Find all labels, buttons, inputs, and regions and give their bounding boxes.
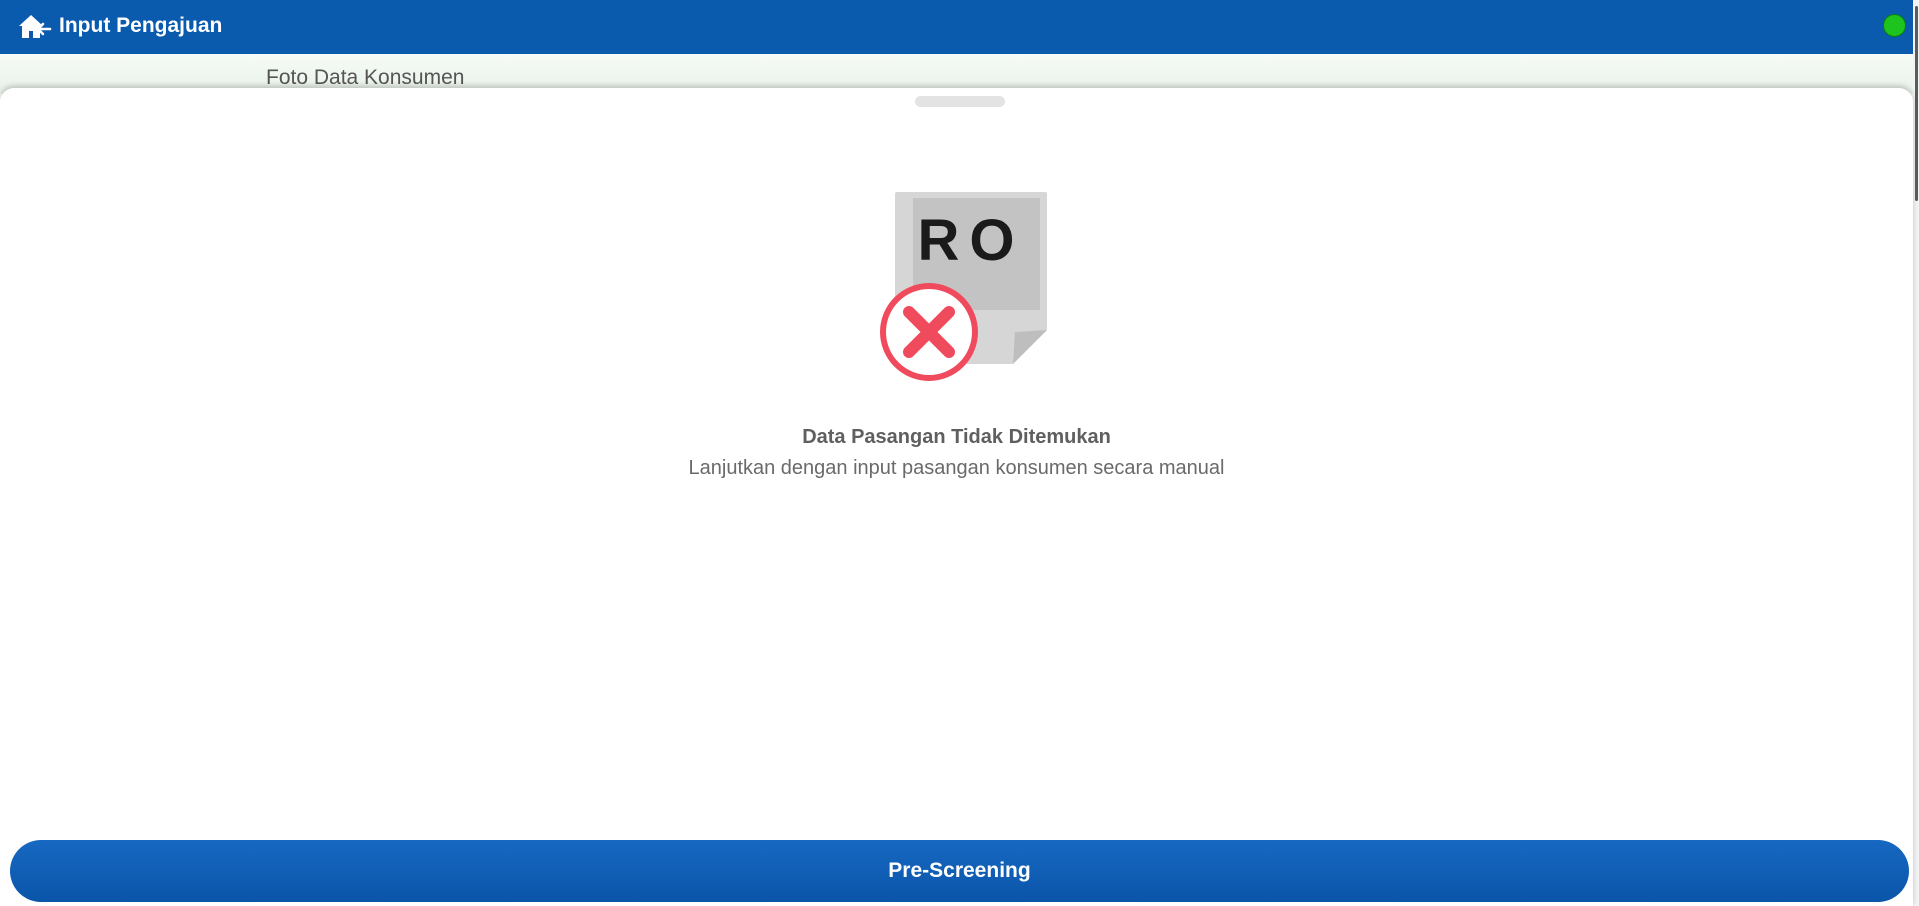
connection-status-indicator <box>1883 14 1906 37</box>
document-ro-text: RO <box>918 208 1025 273</box>
data-not-found-illustration: RO <box>880 192 1047 381</box>
home-back-button[interactable] <box>18 13 52 41</box>
empty-state-title: Data Pasangan Tidak Ditemukan <box>802 426 1111 448</box>
empty-state-description: Lanjutkan dengan input pasangan konsumen… <box>688 457 1225 479</box>
bottom-sheet: RO Data Pasangan Tidak Ditemukan Lanjutk… <box>0 88 1913 906</box>
page-title: Input Pengajuan <box>59 14 223 37</box>
x-circle-icon <box>880 283 978 381</box>
pre-screening-button[interactable]: Pre-Screening <box>10 840 1909 902</box>
scrollbar-thumb[interactable] <box>1915 6 1918 201</box>
app-header: Input Pengajuan <box>0 0 1919 54</box>
home-back-icon <box>19 15 52 38</box>
sheet-drag-handle[interactable] <box>915 96 1005 107</box>
scrollbar[interactable] <box>1913 0 1919 906</box>
section-label: Foto Data Konsumen <box>266 66 465 89</box>
